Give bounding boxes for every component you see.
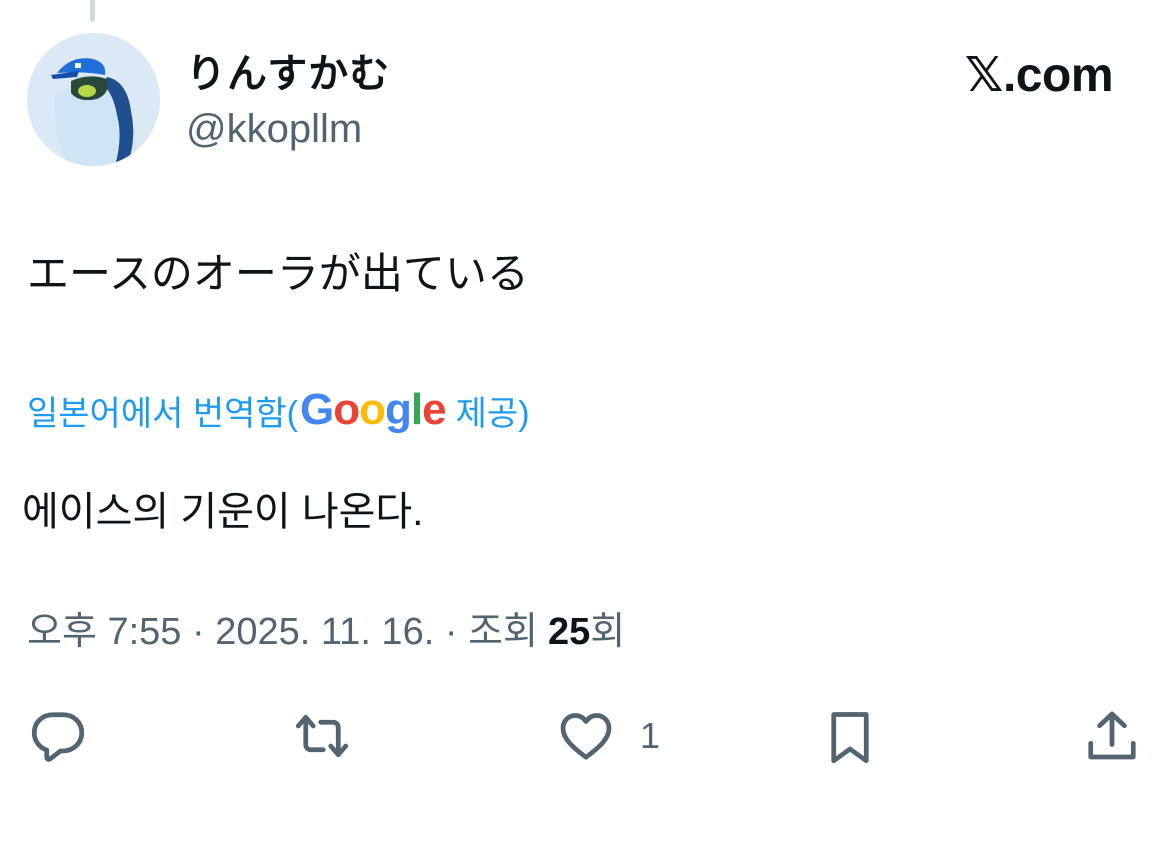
- tweet-time[interactable]: 오후 7:55: [27, 606, 181, 658]
- google-logo-letter: l: [410, 385, 423, 434]
- reply-icon: [31, 712, 85, 762]
- views-suffix: 회: [590, 611, 626, 653]
- translation-note-suffix: 제공): [455, 394, 530, 433]
- translated-text: 에이스의 기운이 나온다.: [22, 490, 424, 534]
- meta-separator: ·: [434, 611, 469, 653]
- retweet-icon: [295, 714, 349, 758]
- reply-button[interactable]: [28, 706, 88, 766]
- bookmark-icon: [831, 712, 869, 764]
- google-logo-letter: G: [300, 385, 334, 434]
- retweet-button[interactable]: [290, 706, 354, 766]
- avatar[interactable]: [27, 33, 160, 166]
- like-count: 1: [640, 715, 661, 756]
- tweet-date[interactable]: 2025. 11. 16.: [215, 606, 434, 658]
- meta-separator: ·: [181, 611, 216, 653]
- tweet-metadata: 오후 7:55 · 2025. 11. 16. · 조회 25 회: [27, 606, 625, 658]
- author-display-name[interactable]: りんすかむ: [186, 50, 390, 98]
- views-label: 조회: [468, 611, 538, 653]
- views-count: 25: [547, 611, 591, 653]
- google-logo: Google: [300, 382, 447, 438]
- author-handle[interactable]: @kkopllm: [186, 105, 362, 153]
- google-logo-letter: o: [333, 385, 360, 434]
- google-logo-letter: e: [422, 385, 447, 434]
- share-button[interactable]: [1082, 706, 1142, 768]
- heart-icon: [560, 713, 612, 760]
- share-icon: [1088, 711, 1136, 760]
- tweet-text: エースのオーラが出ている: [27, 250, 529, 297]
- like-button[interactable]: 1: [556, 706, 660, 766]
- bookmark-button[interactable]: [820, 706, 880, 768]
- translation-note-prefix: 일본어에서 번역함(: [27, 394, 299, 433]
- thread-connector-line: [90, 0, 95, 22]
- google-logo-letter: o: [359, 385, 386, 434]
- x-com-brand: 𝕏.com: [964, 49, 1114, 102]
- penguin-avatar-image: [27, 33, 160, 166]
- translation-note[interactable]: 일본어에서 번역함( Google 제공): [27, 382, 530, 438]
- google-logo-letter: g: [385, 385, 412, 434]
